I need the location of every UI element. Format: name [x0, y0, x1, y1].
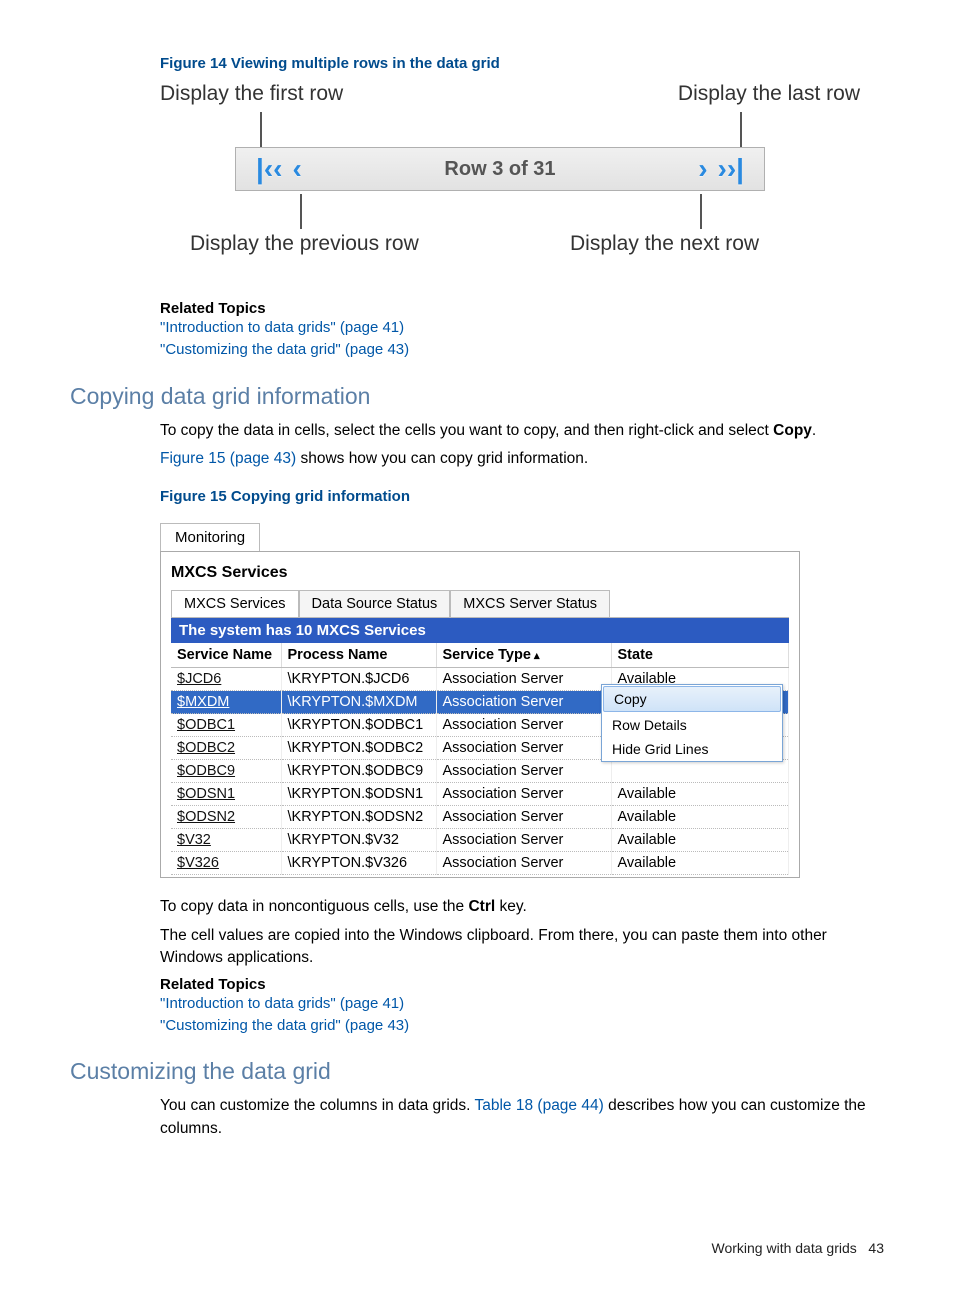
section-copying-data-grid: Copying data grid information: [70, 383, 884, 410]
mxcs-services-panel: MXCS Services MXCS Services Data Source …: [160, 551, 800, 878]
cell-state[interactable]: Available: [611, 852, 789, 875]
table-18-link[interactable]: Table 18 (page 44): [475, 1097, 604, 1114]
cell-state[interactable]: Available: [611, 806, 789, 829]
cell-service-type[interactable]: Association Server: [436, 783, 611, 806]
related-link-customizing-2[interactable]: "Customizing the data grid" (page 43): [160, 1015, 884, 1037]
context-menu-copy[interactable]: Copy: [603, 686, 781, 712]
last-row-icon[interactable]: ››|: [718, 155, 744, 183]
cell-service-name[interactable]: $ODSN1: [171, 783, 281, 806]
cell-service-type[interactable]: Association Server: [436, 852, 611, 875]
previous-row-icon[interactable]: ‹: [292, 155, 301, 183]
cell-service-type[interactable]: Association Server: [436, 714, 611, 737]
tab-mxcs-services[interactable]: MXCS Services: [171, 590, 299, 617]
table-row[interactable]: $ODSN1\KRYPTON.$ODSN1Association ServerA…: [171, 783, 789, 806]
table-row[interactable]: $V32\KRYPTON.$V32Association ServerAvail…: [171, 829, 789, 852]
cell-process-name[interactable]: \KRYPTON.$V326: [281, 852, 436, 875]
tab-mxcs-server-status[interactable]: MXCS Server Status: [450, 590, 610, 617]
col-service-name[interactable]: Service Name: [171, 643, 281, 668]
cell-process-name[interactable]: \KRYPTON.$ODBC1: [281, 714, 436, 737]
tab-monitoring[interactable]: Monitoring: [160, 523, 260, 551]
cell-service-name[interactable]: $MXDM: [171, 691, 281, 714]
clipboard-para: The cell values are copied into the Wind…: [160, 925, 884, 970]
page-footer: Working with data grids 43: [70, 1240, 884, 1256]
cell-process-name[interactable]: \KRYPTON.$V32: [281, 829, 436, 852]
col-service-type[interactable]: Service Type: [436, 643, 611, 668]
row-position-indicator: Row 3 of 31: [302, 158, 698, 181]
table-row[interactable]: $ODBC9\KRYPTON.$ODBC9Association Server: [171, 760, 789, 783]
context-menu: Copy Row Details Hide Grid Lines: [601, 684, 783, 762]
cell-process-name[interactable]: \KRYPTON.$ODSN1: [281, 783, 436, 806]
cell-service-type[interactable]: Association Server: [436, 668, 611, 691]
cell-service-name[interactable]: $ODBC2: [171, 737, 281, 760]
ctrl-key-para: To copy data in noncontiguous cells, use…: [160, 896, 884, 918]
related-link-intro-grids-2[interactable]: "Introduction to data grids" (page 41): [160, 993, 884, 1015]
related-link-intro-grids[interactable]: "Introduction to data grids" (page 41): [160, 317, 884, 339]
cell-service-name[interactable]: $ODBC9: [171, 760, 281, 783]
tab-data-source-status[interactable]: Data Source Status: [299, 590, 451, 617]
cell-process-name[interactable]: \KRYPTON.$ODBC2: [281, 737, 436, 760]
cell-service-type[interactable]: Association Server: [436, 760, 611, 783]
customize-para: You can customize the columns in data gr…: [160, 1095, 884, 1140]
copy-instruction-para: To copy the data in cells, select the ce…: [160, 420, 884, 442]
cell-process-name[interactable]: \KRYPTON.$MXDM: [281, 691, 436, 714]
col-process-name[interactable]: Process Name: [281, 643, 436, 668]
cell-process-name[interactable]: \KRYPTON.$JCD6: [281, 668, 436, 691]
related-topics-heading: Related Topics: [160, 300, 884, 317]
figure-14-diagram: Display the first row Display the last r…: [160, 82, 860, 272]
cell-state[interactable]: [611, 760, 789, 783]
cell-state[interactable]: Available: [611, 783, 789, 806]
label-next-row: Display the next row: [570, 232, 759, 256]
cell-service-type[interactable]: Association Server: [436, 691, 611, 714]
cell-service-type[interactable]: Association Server: [436, 737, 611, 760]
figure-14-caption: Figure 14 Viewing multiple rows in the d…: [160, 55, 884, 72]
section-customizing-grid: Customizing the data grid: [70, 1058, 884, 1085]
cell-process-name[interactable]: \KRYPTON.$ODBC9: [281, 760, 436, 783]
label-last-row: Display the last row: [678, 82, 860, 106]
figure-reference-para: Figure 15 (page 43) shows how you can co…: [160, 448, 884, 470]
next-row-icon[interactable]: ›: [698, 155, 707, 183]
cell-service-type[interactable]: Association Server: [436, 806, 611, 829]
cell-service-name[interactable]: $ODSN2: [171, 806, 281, 829]
figure-15-caption: Figure 15 Copying grid information: [160, 488, 884, 505]
first-row-icon[interactable]: |‹‹: [256, 155, 282, 183]
cell-service-name[interactable]: $V326: [171, 852, 281, 875]
row-navigation-toolbar: |‹‹ ‹ Row 3 of 31 › ››|: [235, 147, 765, 191]
cell-process-name[interactable]: \KRYPTON.$ODSN2: [281, 806, 436, 829]
table-row[interactable]: $ODSN2\KRYPTON.$ODSN2Association ServerA…: [171, 806, 789, 829]
label-previous-row: Display the previous row: [190, 232, 419, 256]
figure-15-link[interactable]: Figure 15 (page 43): [160, 450, 296, 467]
panel-title: MXCS Services: [171, 564, 789, 582]
cell-state[interactable]: Available: [611, 829, 789, 852]
table-row[interactable]: $V326\KRYPTON.$V326Association ServerAva…: [171, 852, 789, 875]
context-menu-hide-grid-lines[interactable]: Hide Grid Lines: [602, 737, 782, 761]
panel-sub-tabs: MXCS Services Data Source Status MXCS Se…: [171, 590, 789, 618]
related-topics-heading-2: Related Topics: [160, 976, 884, 993]
cell-service-name[interactable]: $V32: [171, 829, 281, 852]
context-menu-row-details[interactable]: Row Details: [602, 713, 782, 737]
cell-service-name[interactable]: $JCD6: [171, 668, 281, 691]
cell-service-name[interactable]: $ODBC1: [171, 714, 281, 737]
related-link-customizing[interactable]: "Customizing the data grid" (page 43): [160, 339, 884, 361]
cell-service-type[interactable]: Association Server: [436, 829, 611, 852]
services-count-bar: The system has 10 MXCS Services: [171, 618, 789, 643]
col-state[interactable]: State: [611, 643, 789, 668]
label-first-row: Display the first row: [160, 82, 343, 106]
